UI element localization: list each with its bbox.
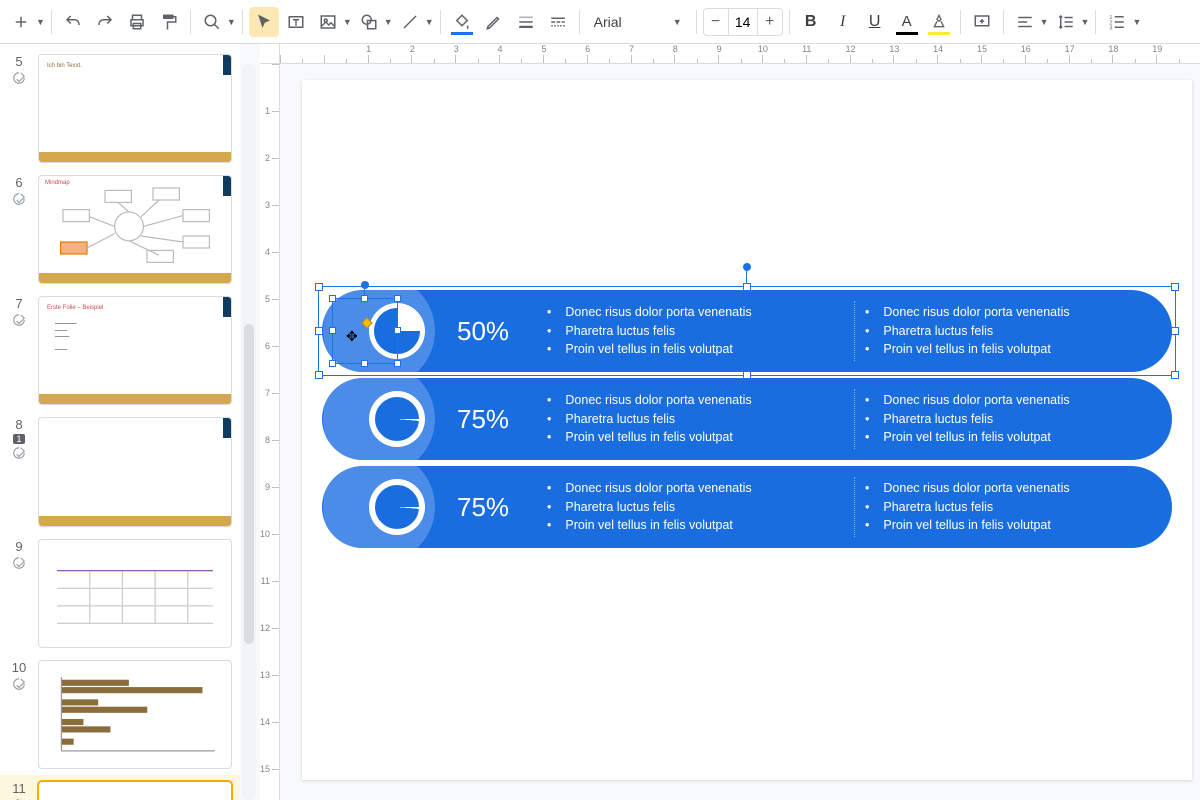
attachment-icon xyxy=(12,677,26,691)
new-slide-dropdown-icon[interactable]: ▼ xyxy=(36,17,45,27)
shape-dropdown-icon[interactable]: ▼ xyxy=(384,17,393,27)
resize-handle[interactable] xyxy=(329,360,336,367)
resize-handle[interactable] xyxy=(315,371,323,379)
attachment-icon xyxy=(12,192,26,206)
paint-format-button[interactable] xyxy=(154,7,184,37)
resize-handle[interactable] xyxy=(329,327,336,334)
slide-thumb-6[interactable]: 6 Mindmap xyxy=(0,169,240,290)
resize-handle[interactable] xyxy=(1171,283,1179,291)
resize-handle[interactable] xyxy=(743,283,751,291)
ruler-vertical xyxy=(260,64,280,800)
insert-comment-button[interactable] xyxy=(967,7,997,37)
svg-text:3: 3 xyxy=(1110,25,1113,31)
adjustment-handle[interactable] xyxy=(361,317,372,328)
redo-button[interactable] xyxy=(90,7,120,37)
badge: 1 xyxy=(13,434,24,444)
bullet-column-left: Donec risus dolor porta venenatisPharetr… xyxy=(537,479,854,535)
resize-handle[interactable] xyxy=(743,371,751,379)
select-tool-button[interactable] xyxy=(249,7,279,37)
print-button[interactable] xyxy=(122,7,152,37)
rotate-handle[interactable] xyxy=(743,263,751,271)
zoom-dropdown-icon[interactable]: ▼ xyxy=(227,17,236,27)
attachment-icon xyxy=(12,556,26,570)
image-button[interactable] xyxy=(313,7,343,37)
resize-handle[interactable] xyxy=(394,360,401,367)
font-size-value[interactable]: 14 xyxy=(728,9,758,35)
slide-thumb-8[interactable]: 81 xyxy=(0,411,240,532)
bullet-column-right: Donec risus dolor porta venenatisPharetr… xyxy=(855,391,1172,447)
scrollbar-vertical[interactable] xyxy=(242,64,256,800)
numbered-list-button[interactable]: 123 xyxy=(1102,7,1132,37)
shape-button[interactable] xyxy=(354,7,384,37)
text-color-button[interactable]: A xyxy=(892,7,922,37)
line-spacing-button[interactable] xyxy=(1051,7,1081,37)
resize-handle[interactable] xyxy=(361,295,368,302)
border-color-button[interactable] xyxy=(479,7,509,37)
selection-outer[interactable] xyxy=(318,286,1176,376)
numbered-list-dropdown-icon[interactable]: ▼ xyxy=(1132,17,1141,27)
undo-button[interactable] xyxy=(58,7,88,37)
slide-thumb-5[interactable]: 5 Ich bin Texxt. xyxy=(0,48,240,169)
pie-chart-75[interactable] xyxy=(369,479,425,535)
rotate-handle[interactable] xyxy=(361,281,369,289)
ruler-corner xyxy=(260,44,280,64)
toolbar: ▼ ▼ ▼ ▼ ▼ Arial ▼ − 14 + B I U A ▼ ▼ 123… xyxy=(0,0,1200,44)
chevron-down-icon: ▼ xyxy=(673,17,682,27)
bullet-column-left: Donec risus dolor porta venenatisPharetr… xyxy=(537,391,854,447)
slide-thumb-7[interactable]: 7 Erste Folie – Beispiel ━━━━━━━━━━━━━━━… xyxy=(0,290,240,411)
align-button[interactable] xyxy=(1010,7,1040,37)
resize-handle[interactable] xyxy=(1171,327,1179,335)
canvas[interactable]: 50% Donec risus dolor porta venenatisPha… xyxy=(240,44,1200,800)
attachment-icon xyxy=(12,71,26,85)
underline-button[interactable]: U xyxy=(860,7,890,37)
highlight-color-button[interactable] xyxy=(924,7,954,37)
slide-thumb-11[interactable]: 11 xyxy=(0,775,240,800)
resize-handle[interactable] xyxy=(315,283,323,291)
image-dropdown-icon[interactable]: ▼ xyxy=(343,17,352,27)
slide-panel[interactable]: 5 Ich bin Texxt. 6 Mindmap 7 Erste Folie… xyxy=(0,44,240,800)
slide-thumb-10[interactable]: 10 xyxy=(0,654,240,775)
attachment-icon xyxy=(12,313,26,327)
line-button[interactable] xyxy=(395,7,425,37)
info-row-2[interactable]: 75% Donec risus dolor porta venenatisPha… xyxy=(322,378,1172,460)
selection-shape[interactable] xyxy=(332,298,398,364)
border-weight-button[interactable] xyxy=(511,7,541,37)
ruler-horizontal xyxy=(280,44,1200,64)
align-dropdown-icon[interactable]: ▼ xyxy=(1040,17,1049,27)
fill-color-button[interactable] xyxy=(447,7,477,37)
spacing-dropdown-icon[interactable]: ▼ xyxy=(1081,17,1090,27)
slide[interactable]: 50% Donec risus dolor porta venenatisPha… xyxy=(302,80,1192,780)
scrollbar-thumb[interactable] xyxy=(244,324,254,644)
resize-handle[interactable] xyxy=(1171,371,1179,379)
slide-thumb-9[interactable]: 9 xyxy=(0,533,240,654)
pie-chart-75[interactable] xyxy=(369,391,425,447)
bold-button[interactable]: B xyxy=(796,7,826,37)
attachment-icon xyxy=(12,446,26,460)
resize-handle[interactable] xyxy=(394,327,401,334)
resize-handle[interactable] xyxy=(329,295,336,302)
textbox-button[interactable] xyxy=(281,7,311,37)
zoom-button[interactable] xyxy=(197,7,227,37)
resize-handle[interactable] xyxy=(394,295,401,302)
resize-handle[interactable] xyxy=(315,327,323,335)
font-family-value: Arial xyxy=(594,14,622,30)
border-dash-button[interactable] xyxy=(543,7,573,37)
new-slide-button[interactable] xyxy=(6,7,36,37)
font-size-decrease-button[interactable]: − xyxy=(704,9,728,35)
font-size-control: − 14 + xyxy=(703,8,783,36)
line-dropdown-icon[interactable]: ▼ xyxy=(425,17,434,27)
info-row-3[interactable]: 75% Donec risus dolor porta venenatisPha… xyxy=(322,466,1172,548)
bullet-column-right: Donec risus dolor porta venenatisPharetr… xyxy=(855,479,1172,535)
resize-handle[interactable] xyxy=(361,360,368,367)
font-family-select[interactable]: Arial ▼ xyxy=(586,8,690,36)
main: 5 Ich bin Texxt. 6 Mindmap 7 Erste Folie… xyxy=(0,44,1200,800)
font-size-increase-button[interactable]: + xyxy=(758,9,782,35)
italic-button[interactable]: I xyxy=(828,7,858,37)
